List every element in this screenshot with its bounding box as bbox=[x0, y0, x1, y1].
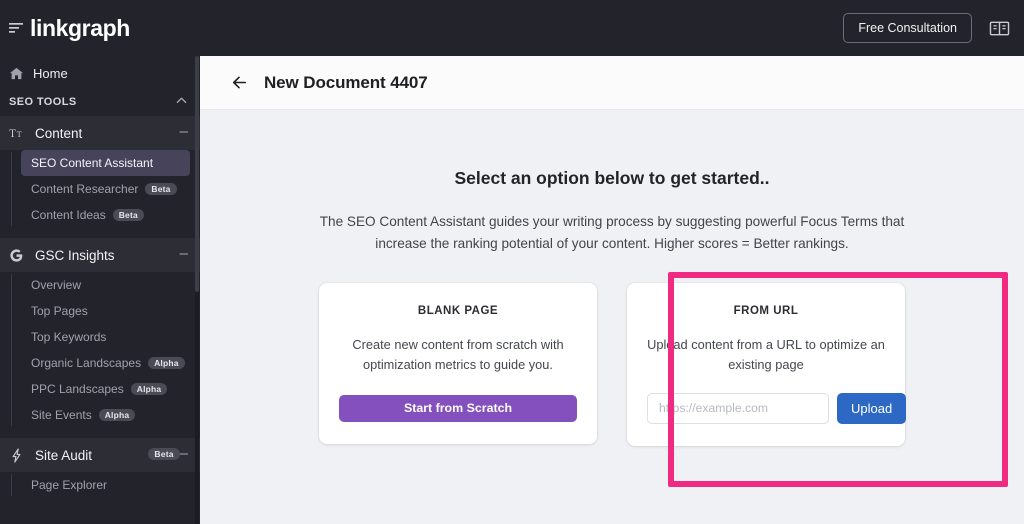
status-badge: Beta bbox=[148, 447, 180, 461]
home-icon bbox=[9, 66, 26, 81]
start-from-scratch-button[interactable]: Start from Scratch bbox=[339, 394, 577, 422]
status-badge: Alpha bbox=[130, 382, 168, 396]
sidebar-item-label: Content Ideas bbox=[31, 208, 106, 222]
sidebar-item-page-explorer[interactable]: Page Explorer bbox=[21, 472, 190, 498]
sidebar-section-label: SEO TOOLS bbox=[9, 96, 77, 108]
sidebar-scrollbar-track[interactable] bbox=[195, 56, 199, 524]
text-format-icon: T T bbox=[9, 127, 28, 140]
minus-icon: – bbox=[179, 245, 188, 262]
sidebar-sublist-site-audit: Page Explorer bbox=[0, 472, 200, 498]
lightning-bolt-icon bbox=[9, 447, 28, 463]
sidebar-scroll-area: Home SEO TOOLS T T Content – SEO Content… bbox=[0, 58, 200, 524]
brand-name: linkgraph bbox=[30, 14, 130, 41]
hamburger-lines-icon bbox=[8, 19, 26, 37]
sidebar-group-gsc-insights-label: GSC Insights bbox=[35, 247, 115, 263]
card-description: Upload content from a URL to optimize an… bbox=[647, 337, 885, 372]
page-header: New Document 4407 bbox=[200, 56, 1024, 110]
sidebar-item-label: Top Pages bbox=[31, 304, 88, 318]
sidebar-item-site-events[interactable]: Site Events Alpha bbox=[21, 402, 190, 428]
sidebar-item-label: Site Events bbox=[31, 408, 92, 422]
sidebar-item-ppc-landscapes[interactable]: PPC Landscapes Alpha bbox=[21, 376, 190, 402]
status-badge: Beta bbox=[145, 182, 177, 196]
sidebar-sublist-gsc-insights: Overview Top Pages Top Keywords Organic … bbox=[0, 272, 200, 428]
sidebar-item-organic-landscapes[interactable]: Organic Landscapes Alpha bbox=[21, 350, 190, 376]
sidebar-group-content[interactable]: T T Content – bbox=[0, 116, 200, 150]
sidebar-item-home[interactable]: Home bbox=[0, 58, 200, 88]
option-cards: BLANK PAGE Create new content from scrat… bbox=[319, 283, 907, 446]
sidebar-item-label: Overview bbox=[31, 278, 82, 292]
sidebar-group-gsc-insights[interactable]: GSC Insights – bbox=[0, 238, 200, 272]
sidebar-item-label: PPC Landscapes bbox=[31, 382, 124, 396]
hero-description: The SEO Content Assistant guides your wr… bbox=[319, 214, 905, 252]
upload-button[interactable]: Upload bbox=[837, 392, 907, 424]
free-consultation-button[interactable]: Free Consultation bbox=[843, 13, 972, 43]
sidebar-item-overview[interactable]: Overview bbox=[21, 272, 190, 298]
status-badge: Alpha bbox=[98, 408, 136, 422]
sidebar-item-content-ideas[interactable]: Content Ideas Beta bbox=[21, 202, 190, 228]
sidebar-item-content-researcher[interactable]: Content Researcher Beta bbox=[21, 176, 190, 202]
sidebar-group-content-label: Content bbox=[35, 125, 83, 141]
sidebar-item-label: SEO Content Assistant bbox=[31, 156, 154, 170]
sidebar-item-seo-content-assistant[interactable]: SEO Content Assistant bbox=[21, 150, 190, 176]
sidebar-section-seo-tools[interactable]: SEO TOOLS bbox=[0, 88, 200, 116]
sidebar-sublist-content: SEO Content Assistant Content Researcher… bbox=[0, 150, 200, 228]
open-book-icon[interactable] bbox=[986, 15, 1012, 41]
status-badge: Beta bbox=[112, 208, 144, 222]
brand-logo[interactable]: linkgraph bbox=[0, 0, 200, 56]
svg-text:T: T bbox=[17, 130, 22, 139]
main-region: Free Consultation New Document 4407 Sele… bbox=[200, 0, 1024, 524]
status-badge: Alpha bbox=[148, 356, 185, 370]
minus-icon: – bbox=[179, 445, 188, 462]
card-title: FROM URL bbox=[733, 305, 799, 318]
app-root: linkgraph Home SEO TOOLS T T Content – S… bbox=[0, 0, 1024, 524]
sidebar-scrollbar-thumb[interactable] bbox=[195, 56, 199, 292]
card-from-url[interactable]: FROM URL Upload content from a URL to op… bbox=[627, 283, 907, 446]
sidebar: linkgraph Home SEO TOOLS T T Content – S… bbox=[0, 0, 200, 524]
url-upload-row: Upload bbox=[647, 392, 907, 424]
content-area: Select an option below to get started.. … bbox=[200, 110, 1024, 524]
sidebar-item-label: Page Explorer bbox=[31, 478, 108, 492]
minus-icon: – bbox=[179, 123, 188, 140]
svg-text:T: T bbox=[9, 128, 16, 140]
url-input[interactable] bbox=[647, 392, 829, 424]
sidebar-item-top-keywords[interactable]: Top Keywords bbox=[21, 324, 190, 350]
sidebar-group-site-audit-label: Site Audit bbox=[35, 447, 93, 463]
sidebar-item-home-label: Home bbox=[33, 65, 68, 81]
hero-heading: Select an option below to get started.. bbox=[454, 168, 770, 188]
card-title: BLANK PAGE bbox=[417, 305, 499, 318]
card-description: Create new content from scratch with opt… bbox=[352, 337, 564, 372]
google-g-icon bbox=[9, 248, 28, 263]
sidebar-item-label: Content Researcher bbox=[31, 182, 139, 196]
chevron-up-icon bbox=[175, 94, 188, 110]
page-title: New Document 4407 bbox=[264, 72, 428, 92]
sidebar-item-top-pages[interactable]: Top Pages bbox=[21, 298, 190, 324]
card-blank-page[interactable]: BLANK PAGE Create new content from scrat… bbox=[319, 283, 597, 444]
top-bar: Free Consultation bbox=[200, 0, 1024, 56]
sidebar-item-label: Top Keywords bbox=[31, 330, 107, 344]
sidebar-group-site-audit[interactable]: Site Audit Beta – bbox=[0, 438, 200, 472]
sidebar-item-label: Organic Landscapes bbox=[31, 356, 142, 370]
arrow-left-icon[interactable] bbox=[228, 72, 250, 94]
